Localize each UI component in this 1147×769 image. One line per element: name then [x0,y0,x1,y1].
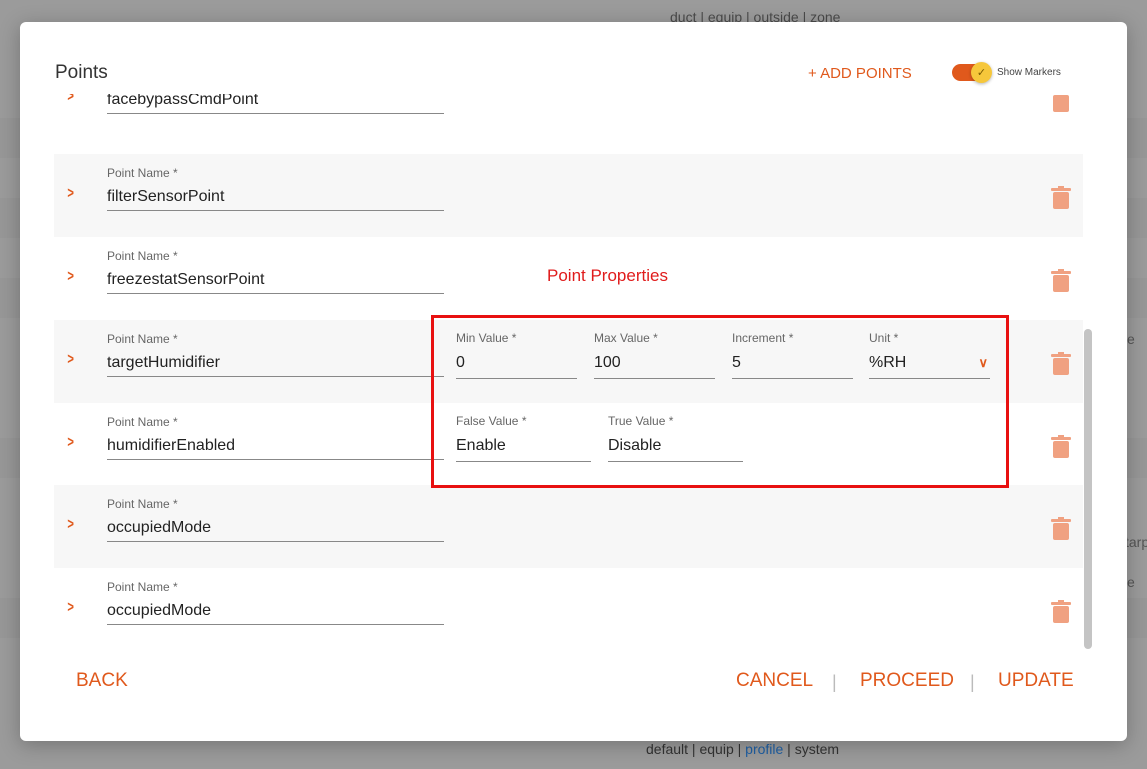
footer-separator: | [832,672,837,692]
bg-side-text: e [1127,574,1135,590]
point-name-label: Point Name * [107,415,178,429]
increment-label: Increment * [732,331,794,345]
bg-side-text: e [1127,331,1135,347]
trash-icon[interactable] [1051,352,1071,376]
list-scrollbar[interactable] [1084,329,1092,649]
chevron-down-icon[interactable]: ∨ [978,355,988,371]
true-value-field[interactable]: True Value * Disable [608,414,743,462]
min-value-input[interactable]: 0 [456,354,577,379]
chevron-right-icon[interactable]: > [67,516,74,534]
unit-value[interactable]: %RH [869,354,990,379]
show-markers-label: Show Markers [997,67,1061,78]
unit-select[interactable]: Unit * %RH ∨ [869,331,990,379]
point-name-label: Point Name * [107,497,178,511]
true-value-input[interactable]: Disable [608,437,743,462]
point-row: > facebypassCmdPoint [54,94,1083,140]
max-value-field[interactable]: Max Value * 100 [594,331,715,379]
show-markers-toggle[interactable]: ✓ [952,62,992,83]
point-name-label: Point Name * [107,249,178,263]
false-value-label: False Value * [456,414,527,428]
point-name-input[interactable]: humidifierEnabled [107,435,444,460]
check-icon: ✓ [971,62,992,83]
trash-icon[interactable] [1051,269,1071,293]
bg-tag[interactable]: equip [699,741,733,757]
modal-title: Points [55,62,108,83]
point-properties-title: Point Properties [547,266,668,285]
chevron-right-icon[interactable]: > [67,185,74,203]
bg-tag[interactable]: default [646,741,688,757]
max-value-input[interactable]: 100 [594,354,715,379]
point-name-input[interactable]: occupiedMode [107,517,444,542]
increment-field[interactable]: Increment * 5 [732,331,853,379]
point-name-input[interactable]: targetHumidifier [107,352,444,377]
add-points-button[interactable]: + ADD POINTS [808,65,912,82]
chevron-right-icon[interactable]: > [67,268,74,286]
point-name-input[interactable]: facebypassCmdPoint [107,94,444,114]
chevron-right-icon[interactable]: > [67,599,74,617]
point-properties-box: Min Value * 0 Max Value * 100 Increment … [431,315,1009,488]
false-value-input[interactable]: Enable [456,437,591,462]
bg-tag-active[interactable]: profile [745,741,783,757]
point-name-input[interactable]: occupiedMode [107,600,444,625]
unit-label: Unit * [869,331,899,345]
footer-separator: | [970,672,975,692]
point-row: > Point Name * filterSensorPoint [54,154,1083,237]
min-value-field[interactable]: Min Value * 0 [456,331,577,379]
max-value-label: Max Value * [594,331,658,345]
point-row: > Point Name * occupiedMode [54,485,1083,568]
point-row: > Point Name * occupiedMode [54,568,1083,649]
bg-side-text: tarp [1125,534,1147,550]
chevron-right-icon[interactable]: > [67,351,74,369]
true-value-label: True Value * [608,414,674,428]
chevron-right-icon[interactable]: > [67,94,74,106]
proceed-button[interactable]: PROCEED [860,670,954,692]
point-name-input[interactable]: freezestatSensorPoint [107,269,444,294]
update-button[interactable]: UPDATE [998,670,1074,692]
bg-tag[interactable]: system [795,741,839,757]
trash-icon[interactable] [1051,517,1071,541]
trash-icon[interactable] [1051,600,1071,624]
points-modal: Points + ADD POINTS ✓ Show Markers > fac… [20,22,1127,741]
min-value-label: Min Value * [456,331,517,345]
bg-tags: default | equip | profile | system [646,741,840,757]
trash-icon[interactable] [1051,186,1071,210]
chevron-right-icon[interactable]: > [67,434,74,452]
back-button[interactable]: BACK [76,670,128,692]
trash-icon[interactable] [1051,435,1071,459]
point-name-input[interactable]: filterSensorPoint [107,186,444,211]
cancel-button[interactable]: CANCEL [736,670,813,692]
point-name-label: Point Name * [107,580,178,594]
trash-icon[interactable] [1051,94,1071,113]
increment-input[interactable]: 5 [732,354,853,379]
point-name-label: Point Name * [107,332,178,346]
point-name-label: Point Name * [107,166,178,180]
false-value-field[interactable]: False Value * Enable [456,414,591,462]
